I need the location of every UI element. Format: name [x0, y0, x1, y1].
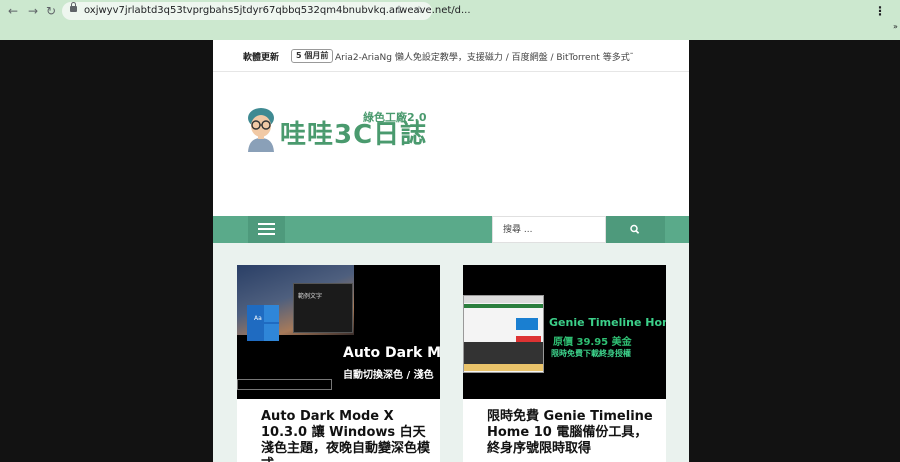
popup-text: 範例文字 [298, 293, 323, 300]
thumbnail-price: 原價 39.95 美金 [553, 337, 632, 348]
ticker-title: 軟體更新 [243, 53, 280, 63]
forward-icon[interactable]: → [26, 4, 40, 18]
ticker-date-badge: 5 個月前 [291, 49, 334, 63]
browser-toolbar: ← → ↻ oxjwyv7jrlabtd3q53tvprgbahs5jtdyr6… [0, 0, 900, 40]
post-thumbnail[interactable]: Aa 範例文字 Auto Dark Mo 自動切換深色 / 淺色 [237, 265, 440, 399]
search-field[interactable] [492, 216, 606, 243]
site-logo[interactable]: 綠色工廠2.0 哇哇3C日誌 [245, 106, 427, 156]
search-button[interactable] [606, 216, 665, 243]
lock-icon[interactable] [70, 2, 77, 12]
post-title-link[interactable]: 限時免費 Genie Timeline Home 10 電腦備份工具，終身序號限… [487, 409, 657, 457]
thumbnail-heading: Auto Dark Mo [343, 345, 440, 361]
post-thumbnail[interactable]: Genie Timeline Home 原價 39.95 美金 限時免費下載終身… [463, 265, 666, 399]
main-navbar [213, 216, 689, 243]
image-dropdown [237, 379, 332, 390]
more-chevron-icon[interactable]: » [893, 22, 898, 31]
search-icon [630, 224, 640, 234]
right-dark-panel [689, 40, 900, 462]
search-input[interactable] [493, 217, 605, 243]
thumbnail-subheading: 限時免費下載終身授權 [551, 349, 631, 358]
post-card[interactable]: Aa 範例文字 Auto Dark Mo 自動切換深色 / 淺色 Auto Da… [237, 265, 440, 462]
web-page: 軟體更新 5 個月前 Aria2-AriaNg 懶人免設定教學，支援磁力 / 百… [213, 40, 689, 462]
logo-title: 哇哇3C日誌 [280, 120, 428, 150]
post-card[interactable]: Genie Timeline Home 原價 39.95 美金 限時免費下載終身… [463, 265, 666, 462]
start-tiles: Aa [247, 305, 279, 341]
thumbnail-heading: Genie Timeline Home [549, 316, 666, 329]
post-grid: Aa 範例文字 Auto Dark Mo 自動切換深色 / 淺色 Auto Da… [213, 243, 689, 462]
sample-window: 範例文字 [293, 283, 353, 333]
tile-text: Aa [254, 315, 262, 322]
share-icon[interactable]: ⇪ [392, 4, 406, 18]
left-dark-panel [0, 40, 213, 462]
hamburger-menu-icon[interactable] [248, 216, 285, 243]
thumbnail-subheading: 自動切換深色 / 淺色 [343, 370, 434, 381]
star-icon[interactable]: ☆ [412, 4, 426, 18]
address-bar[interactable]: oxjwyv7jrlabtd3q53tvprgbahs5jtdyr67qbbq5… [62, 2, 471, 20]
kebab-menu-icon[interactable]: ⋮ [874, 4, 886, 18]
news-ticker: 軟體更新 5 個月前 Aria2-AriaNg 懶人免設定教學，支援磁力 / 百… [213, 40, 689, 72]
avatar-icon [248, 108, 274, 152]
app-screenshot [463, 295, 544, 373]
post-title-link[interactable]: Auto Dark Mode X 10.3.0 讓 Windows 白天淺色主題… [261, 409, 431, 462]
ticker-headline-link[interactable]: Aria2-AriaNg 懶人免設定教學，支援磁力 / 百度網盤 / BitTo… [335, 50, 633, 63]
back-icon[interactable]: ← [6, 4, 20, 18]
reload-icon[interactable]: ↻ [44, 4, 58, 18]
